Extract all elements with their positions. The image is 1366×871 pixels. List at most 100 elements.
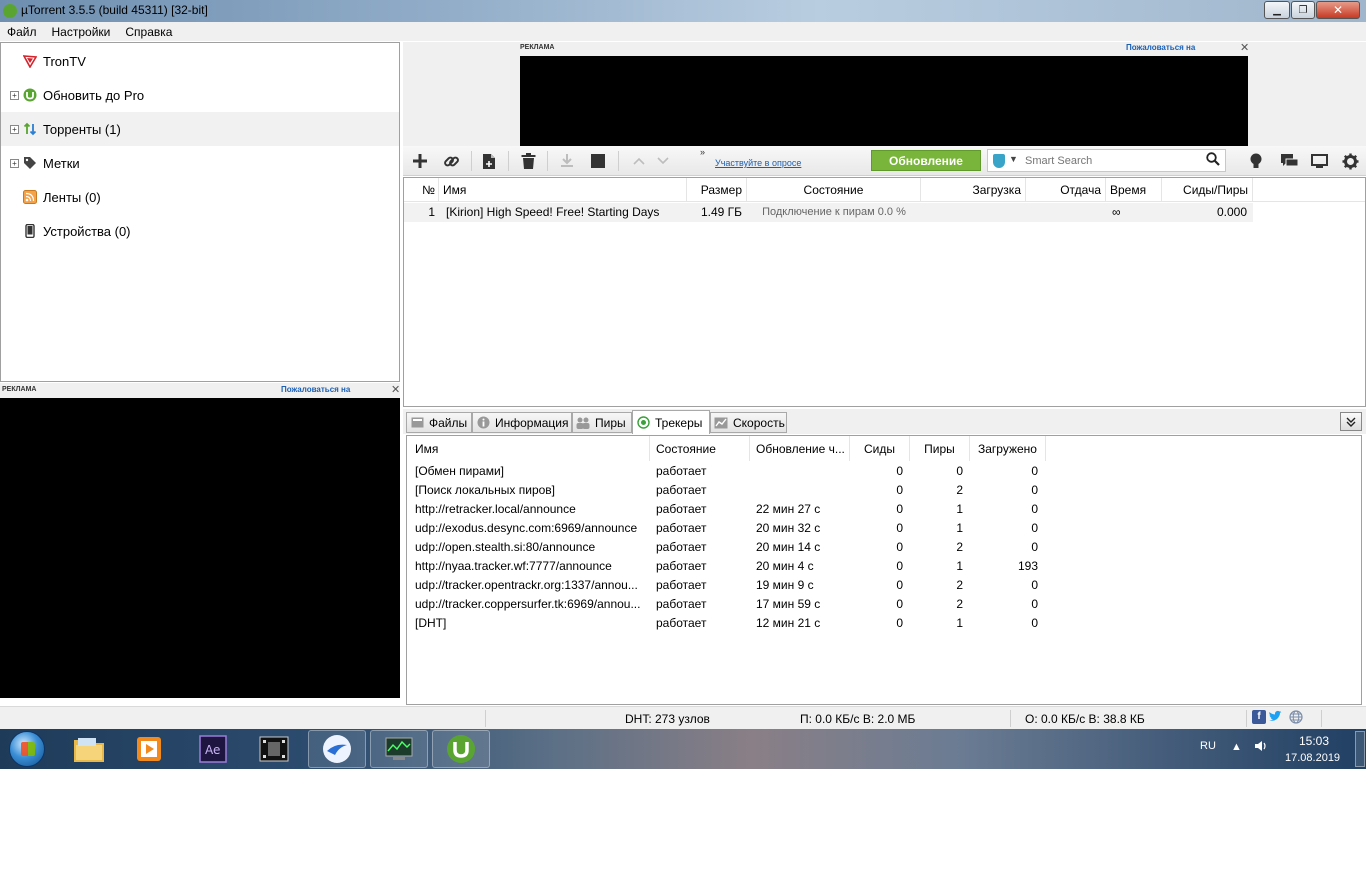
- film-icon: [259, 736, 289, 762]
- close-ad-icon[interactable]: ✕: [391, 383, 400, 396]
- sidebar-item-devices[interactable]: Устройства (0): [1, 214, 399, 248]
- add-torrent-icon[interactable]: [411, 152, 429, 170]
- menu-help[interactable]: Справка: [125, 25, 172, 39]
- tracker-name: http://retracker.local/announce: [415, 502, 576, 516]
- show-hidden-icons-icon[interactable]: ▲: [1231, 741, 1242, 753]
- search-icon[interactable]: [1206, 152, 1220, 169]
- clock-time[interactable]: 15:03: [1299, 734, 1329, 748]
- remote-monitor-icon[interactable]: [1310, 152, 1328, 170]
- column-tracker-seeds[interactable]: Сиды: [850, 436, 910, 461]
- search-provider-icon[interactable]: [993, 154, 1005, 168]
- chevron-down-icon[interactable]: ▼: [1009, 154, 1018, 164]
- move-down-icon[interactable]: [654, 152, 672, 170]
- clock-date[interactable]: 17.08.2019: [1285, 752, 1340, 764]
- menu-settings[interactable]: Настройки: [52, 25, 111, 39]
- torrent-number: 1: [428, 205, 435, 219]
- globe-icon[interactable]: [1289, 710, 1303, 724]
- column-status[interactable]: Состояние: [747, 178, 921, 202]
- stop-icon[interactable]: [589, 152, 607, 170]
- column-upload[interactable]: Отдача: [1026, 178, 1106, 202]
- smart-search[interactable]: ▼: [987, 149, 1226, 172]
- tab-info[interactable]: Информация: [472, 412, 572, 433]
- report-ad-link[interactable]: Пожаловаться на: [1126, 43, 1195, 52]
- tracker-update: [756, 462, 850, 481]
- menu-file[interactable]: Файл: [7, 25, 37, 39]
- column-size[interactable]: Размер: [687, 178, 747, 202]
- start-download-icon[interactable]: [558, 152, 576, 170]
- volume-icon[interactable]: [1254, 739, 1268, 756]
- language-indicator[interactable]: RU: [1200, 740, 1216, 752]
- column-name[interactable]: Имя: [439, 178, 687, 202]
- expand-icon[interactable]: +: [10, 124, 19, 134]
- column-seeds-peers[interactable]: Сиды/Пиры: [1162, 178, 1253, 202]
- tracker-row[interactable]: [Обмен пирами] работает 0 0 0: [407, 462, 1361, 481]
- sidebar-item-labels[interactable]: + Метки: [1, 146, 399, 180]
- collapse-panel-button[interactable]: [1340, 412, 1362, 431]
- tab-peers[interactable]: Пиры: [572, 412, 632, 433]
- close-button[interactable]: ✕: [1316, 1, 1360, 19]
- column-number[interactable]: №: [404, 178, 439, 202]
- tracker-row[interactable]: [DHT] работает 12 мин 21 с 0 1 0: [407, 614, 1361, 633]
- sidebar-item-feeds[interactable]: Ленты (0): [1, 180, 399, 214]
- tracker-row[interactable]: udp://open.stealth.si:80/announce работае…: [407, 538, 1361, 557]
- chat-icon[interactable]: [1280, 152, 1298, 170]
- tracker-row[interactable]: http://nyaa.tracker.wf:7777/announce рабо…: [407, 557, 1361, 576]
- sidebar-item-torrents[interactable]: + Торренты (1): [1, 112, 399, 146]
- tracker-row[interactable]: udp://tracker.coppersurfer.tk:6969/annou…: [407, 595, 1361, 614]
- taskbar-utorrent[interactable]: [432, 730, 490, 768]
- tracker-panel: Имя Состояние Обновление ч... Сиды Пиры …: [406, 435, 1362, 705]
- lightbulb-icon[interactable]: [1247, 152, 1265, 170]
- show-desktop-button[interactable]: [1355, 731, 1365, 767]
- sidebar-item-trontv[interactable]: TronTV: [1, 44, 399, 78]
- maximize-button[interactable]: ❐: [1291, 1, 1315, 19]
- update-button[interactable]: Обновление: [871, 150, 981, 171]
- tracker-row[interactable]: udp://tracker.opentrackr.org:1337/annou.…: [407, 576, 1361, 595]
- delete-icon[interactable]: [519, 152, 537, 170]
- column-tracker-name[interactable]: Имя: [407, 436, 650, 461]
- taskbar-after-effects[interactable]: Ae: [184, 730, 242, 768]
- torrent-list: № Имя Размер Состояние Загрузка Отдача В…: [403, 177, 1366, 407]
- speed-graph-icon: [714, 417, 728, 429]
- taskbar-browser[interactable]: [308, 730, 366, 768]
- tracker-status: работает: [656, 483, 707, 497]
- tracker-row[interactable]: http://retracker.local/announce работает 2…: [407, 500, 1361, 519]
- move-up-icon[interactable]: [630, 152, 648, 170]
- search-input[interactable]: [1025, 152, 1200, 169]
- taskbar-video-editor[interactable]: [245, 730, 303, 768]
- window-controls: ▁ ❐ ✕: [1263, 1, 1360, 19]
- column-download[interactable]: Загрузка: [921, 178, 1026, 202]
- files-icon: [410, 417, 424, 429]
- tracker-row[interactable]: [Поиск локальных пиров] работает 0 2 0: [407, 481, 1361, 500]
- tracker-row[interactable]: udp://exodus.desync.com:6969/announce раб…: [407, 519, 1361, 538]
- column-time[interactable]: Время: [1106, 178, 1162, 202]
- torrent-row[interactable]: 1 [Kirion] High Speed! Free! Starting Da…: [404, 203, 1253, 222]
- tracker-update: [756, 481, 850, 500]
- twitter-icon[interactable]: [1268, 710, 1282, 724]
- column-tracker-downloaded[interactable]: Загружено: [970, 436, 1046, 461]
- close-ad-icon[interactable]: ✕: [1240, 41, 1249, 54]
- tab-trackers[interactable]: Трекеры: [632, 410, 710, 434]
- report-ad-link[interactable]: Пожаловаться на: [281, 385, 350, 394]
- taskbar-task-manager[interactable]: [370, 730, 428, 768]
- create-torrent-icon[interactable]: [480, 152, 498, 170]
- add-link-icon[interactable]: [442, 152, 460, 170]
- sidebar-item-upgrade-pro[interactable]: + Обновить до Pro: [1, 78, 399, 112]
- start-button[interactable]: [6, 729, 48, 769]
- expand-icon[interactable]: +: [10, 90, 19, 100]
- facebook-icon[interactable]: f: [1252, 710, 1266, 724]
- column-tracker-peers[interactable]: Пиры: [910, 436, 970, 461]
- toolbar-overflow-chevron[interactable]: »: [700, 147, 705, 157]
- top-ad-banner[interactable]: [520, 56, 1248, 146]
- expand-icon[interactable]: +: [10, 158, 19, 168]
- minimize-button[interactable]: ▁: [1264, 1, 1290, 19]
- taskbar-media-player[interactable]: [120, 730, 178, 768]
- column-tracker-update[interactable]: Обновление ч...: [750, 436, 850, 461]
- survey-link[interactable]: Участвуйте в опросе: [715, 158, 801, 168]
- column-tracker-status[interactable]: Состояние: [650, 436, 750, 461]
- tab-speed[interactable]: Скорость: [710, 412, 787, 433]
- taskbar-file-explorer[interactable]: [60, 730, 118, 768]
- tracker-list-header: Имя Состояние Обновление ч... Сиды Пиры …: [407, 436, 1361, 461]
- left-ad-banner[interactable]: [0, 398, 400, 698]
- tab-files[interactable]: Файлы: [406, 412, 472, 433]
- settings-gear-icon[interactable]: [1341, 152, 1359, 170]
